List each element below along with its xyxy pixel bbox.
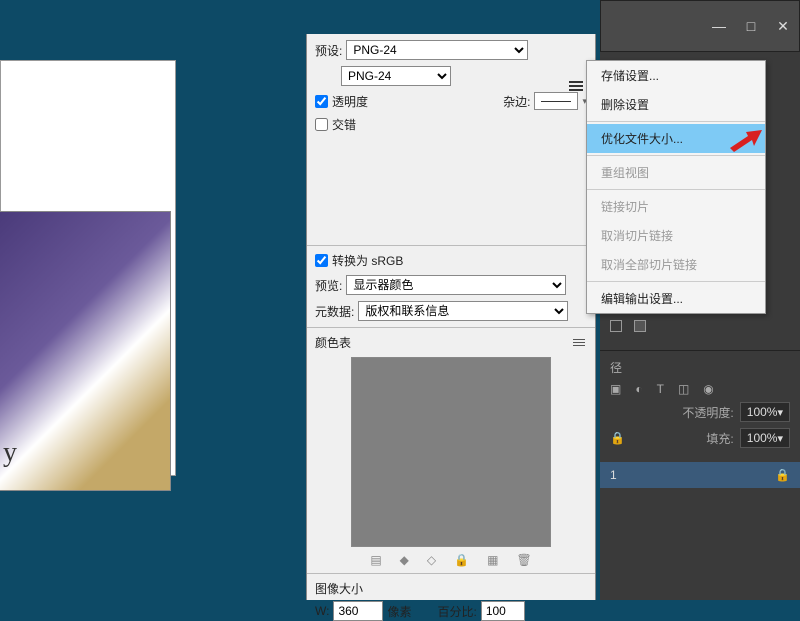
percent-input[interactable] <box>481 601 525 621</box>
flyout-context-menu: 存储设置...删除设置优化文件大小...重组视图链接切片取消切片链接取消全部切片… <box>586 60 766 314</box>
smart-icon[interactable]: ◉ <box>703 382 713 396</box>
preview-image <box>0 211 171 491</box>
color-table-flyout-icon[interactable] <box>573 338 587 348</box>
filter-icon[interactable]: ▣ <box>610 382 621 396</box>
color-swatch[interactable] <box>610 320 622 332</box>
annotation-arrow <box>728 126 762 159</box>
layer-name: 1 <box>610 468 617 482</box>
menu-item[interactable]: 删除设置 <box>587 90 765 119</box>
menu-item: 取消切片链接 <box>587 221 765 250</box>
menu-item[interactable]: 编辑输出设置... <box>587 284 765 313</box>
metadata-select[interactable]: 版权和联系信息 <box>358 301 568 321</box>
color-swatch-2[interactable] <box>634 320 646 332</box>
canvas-preview-area: y <box>0 60 176 476</box>
preset-select[interactable]: PNG-24 <box>346 40 528 60</box>
ct-icon-2[interactable]: ◆ <box>400 553 409 567</box>
convert-srgb-label: 转换为 sRGB <box>332 252 403 269</box>
minimize-button[interactable]: — <box>703 14 735 38</box>
window-titlebar: — □ ✕ <box>600 0 800 52</box>
layer-row[interactable]: 1 🔒 <box>600 462 800 488</box>
width-label: W: <box>315 604 329 618</box>
opacity-value[interactable]: 100% ▾ <box>740 402 790 422</box>
ct-icon-4[interactable]: 🔒 <box>454 553 469 567</box>
adjust-icon[interactable]: ◐ <box>635 382 642 396</box>
transparency-label: 透明度 <box>332 93 368 110</box>
watermark-text: y <box>3 437 17 469</box>
image-size-label: 图像大小 <box>315 582 363 596</box>
opacity-label: 不透明度: <box>682 404 733 421</box>
convert-srgb-checkbox[interactable] <box>315 254 328 267</box>
lock-icon[interactable]: 🔒 <box>610 431 625 445</box>
metadata-label: 元数据: <box>315 303 354 320</box>
preview-select[interactable]: 显示器颜色 <box>346 275 566 295</box>
color-table-label: 颜色表 <box>315 334 351 351</box>
text-icon[interactable]: T <box>657 382 664 396</box>
ct-trash-icon[interactable]: 🗑 <box>516 553 531 567</box>
flyout-menu-icon[interactable] <box>569 80 585 92</box>
maximize-button[interactable]: □ <box>735 14 767 38</box>
menu-item: 重组视图 <box>587 158 765 187</box>
preset-label: 预设: <box>315 42 342 59</box>
close-button[interactable]: ✕ <box>767 14 799 38</box>
layer-lock-icon: 🔒 <box>775 468 790 482</box>
ct-icon-5[interactable]: ▦ <box>487 553 498 567</box>
ct-icon-3[interactable]: ◇ <box>427 553 436 567</box>
width-input[interactable] <box>333 601 383 621</box>
interlace-checkbox[interactable] <box>315 118 328 131</box>
transparency-checkbox[interactable] <box>315 95 328 108</box>
percent-label: 百分比: <box>437 603 476 620</box>
preview-label: 预览: <box>315 277 342 294</box>
color-table-swatch <box>351 357 551 547</box>
shape-icon[interactable]: ◫ <box>678 382 689 396</box>
save-for-web-options: 预设: PNG-24 PNG-24 透明度 杂边: ▾ 交错 转换为 sRGB … <box>306 34 596 600</box>
interlace-label: 交错 <box>332 116 356 133</box>
width-unit: 像素 <box>387 603 411 620</box>
menu-item[interactable]: 存储设置... <box>587 61 765 90</box>
menu-item: 链接切片 <box>587 192 765 221</box>
menu-item: 取消全部切片链接 <box>587 250 765 279</box>
fill-label: 填充: <box>706 430 733 447</box>
ct-icon-1[interactable]: ▤ <box>370 553 381 567</box>
layers-panel: 径 ▣ ◐ T ◫ ◉ 不透明度: 100% ▾ 🔒 填充: 100% ▾ <box>600 350 800 462</box>
tab-paths[interactable]: 径 <box>610 359 622 376</box>
matte-swatch[interactable] <box>534 92 578 110</box>
fill-value[interactable]: 100% ▾ <box>740 428 790 448</box>
matte-label: 杂边: <box>503 93 530 110</box>
format-select[interactable]: PNG-24 <box>341 66 451 86</box>
color-table-toolbar: ▤ ◆ ◇ 🔒 ▦ 🗑 <box>315 553 587 567</box>
